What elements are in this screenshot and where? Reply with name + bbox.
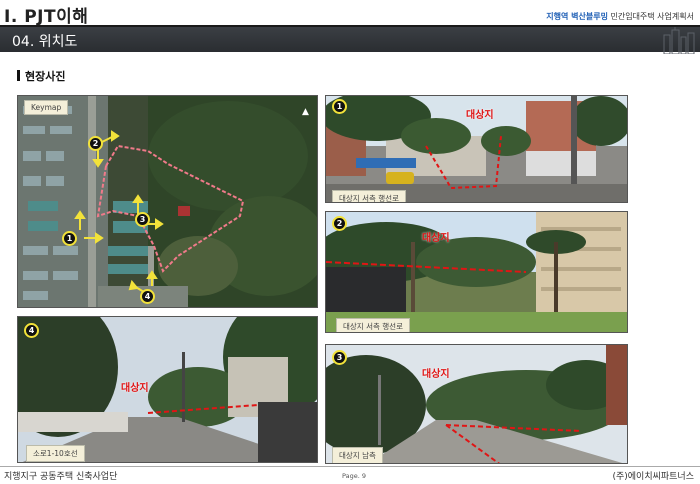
subsection-title-text: 현장사진 xyxy=(25,70,66,83)
photo-3-caption: 대상지 남측 xyxy=(332,447,383,463)
photo-1-number: 1 xyxy=(332,99,347,114)
section-title: 04. 위치도 xyxy=(12,34,78,50)
keymap-marker-2: 2 xyxy=(88,136,103,151)
keymap-marker-4: 4 xyxy=(140,289,155,304)
photo-3-number: 3 xyxy=(332,350,347,365)
photo-4-number: 4 xyxy=(24,323,39,338)
photo-4-caption: 소로1-10호선 xyxy=(26,445,85,462)
svg-text:▲: ▲ xyxy=(302,107,309,117)
site-photo-1: 1 대상지 대상지 서측 행선로 xyxy=(325,95,628,203)
section-header-bar: 04. 위치도 xyxy=(0,25,700,54)
photo-2-target-label: 대상지 xyxy=(422,233,450,244)
keymap-aerial-photo: ▲ Keymap 2 3 1 4 xyxy=(17,95,318,308)
footer-company-right: (주)에이치씨파트너스 xyxy=(612,472,694,482)
document-page: Ⅰ. PJT이해 지행역 벽산블루밍 민간임대주택 사업계획서 04. 위치도 … xyxy=(0,0,700,484)
keymap-marker-3: 3 xyxy=(135,212,150,227)
footer-divider xyxy=(0,466,700,467)
footer-page-number: Page. 9 xyxy=(342,472,367,480)
footer-company-left: 지행지구 공동주택 신축사업단 xyxy=(4,472,118,482)
photo-1-target-label: 대상지 xyxy=(466,110,494,121)
photo-2-caption: 대상지 서측 행선로 xyxy=(336,318,410,332)
subsection-title: 현장사진 xyxy=(17,68,65,84)
project-name: 지행역 벽산블루밍 민간임대주택 사업계획서 xyxy=(546,11,694,22)
photo-3-target-label: 대상지 xyxy=(422,369,450,380)
photo-2-number: 2 xyxy=(332,216,347,231)
skyline-decoration xyxy=(663,27,695,54)
site-photo-3: 3 대상지 대상지 남측 xyxy=(325,344,628,464)
chapter-title: Ⅰ. PJT이해 xyxy=(4,7,89,27)
site-photo-4: 4 대상지 소로1-10호선 xyxy=(17,316,318,463)
photo-1-caption: 대상지 서측 행선로 xyxy=(332,190,406,202)
keymap-marker-1: 1 xyxy=(62,231,77,246)
project-rest: 민간임대주택 사업계획서 xyxy=(610,12,694,21)
keymap-label: Keymap xyxy=(24,100,69,115)
site-photo-2: 2 대상지 대상지 서측 행선로 xyxy=(325,211,628,333)
photo-4-target-label: 대상지 xyxy=(121,383,149,394)
project-highlight: 지행역 벽산블루밍 xyxy=(546,12,608,21)
